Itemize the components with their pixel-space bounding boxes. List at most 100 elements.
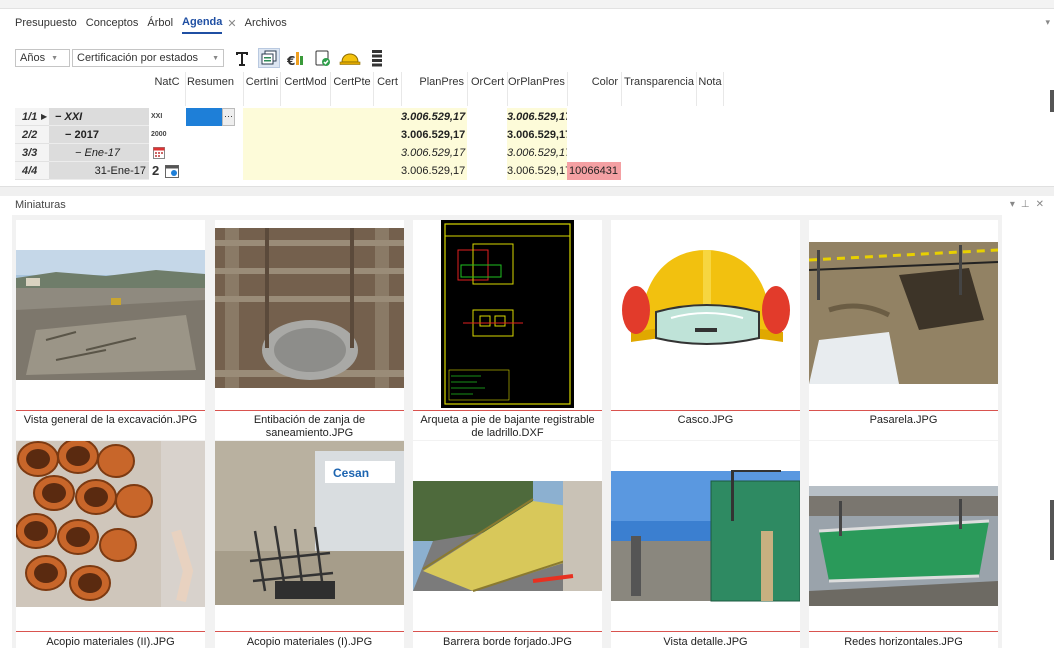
column-header-resumen[interactable]: Resumen <box>185 72 235 106</box>
panel-menu-icon[interactable]: ▾ <box>1010 199 1021 210</box>
item-divider <box>413 410 602 411</box>
cad-drawing-preview <box>413 220 602 410</box>
column-header-nota[interactable]: Nota <box>696 72 724 106</box>
resumen-cell-selected[interactable] <box>186 108 222 126</box>
thumbnail-gallery: Vista general de la excavación.JPG Entib… <box>12 215 1002 648</box>
table-row[interactable]: 4/4 31-Ene-17 2 3.006.529,17 3.006.529,1… <box>15 162 775 180</box>
mode-select-value: Certificación por estados <box>77 52 199 64</box>
table-row[interactable]: 2/2 − 2017 2000 3.006.529,17 3.006.529,1… <box>15 126 775 144</box>
natc-value: 2000 <box>151 131 167 138</box>
day-detail-icon <box>165 162 181 180</box>
mode-select[interactable]: Certificación por estados ▼ <box>72 49 224 67</box>
thumbnail-caption: Arqueta a pie de bajante registrable de … <box>420 414 595 439</box>
thumbnail-caption: Pasarela.JPG <box>869 414 938 426</box>
cert-cells <box>243 144 401 162</box>
edge-barrier-photo <box>413 441 602 631</box>
thumbnail-item[interactable]: Pasarela.JPG <box>809 220 998 440</box>
thumbnail-item[interactable]: Entibación de zanja de saneamiento.JPG <box>215 220 404 440</box>
color-value: 10066431 <box>567 162 621 180</box>
tree-node[interactable]: − XXI <box>49 108 149 126</box>
period-select-value: Años <box>20 52 46 64</box>
tab-presupuesto[interactable]: Presupuesto <box>15 12 77 34</box>
pvc-pipes-photo <box>16 441 205 631</box>
tree-node[interactable]: − 2017 <box>49 126 149 144</box>
thumbnail-item[interactable]: Acopio materiales (II).JPG <box>16 441 205 648</box>
panel-title: Miniaturas <box>15 199 66 211</box>
gallery-scrollbar[interactable] <box>1050 500 1054 560</box>
document-check-icon[interactable] <box>312 48 334 68</box>
safety-nets-photo <box>809 441 998 631</box>
thumbnail-item[interactable]: Barrera borde forjado.JPG <box>413 441 602 648</box>
window-top-strip <box>0 0 1054 9</box>
euro-bars-icon[interactable]: € <box>285 48 307 68</box>
detail-view-photo <box>611 441 800 631</box>
thumbnail-item[interactable]: Cesan Acopio materiales (I).JPG <box>215 441 404 648</box>
hard-hat-icon[interactable] <box>339 48 361 68</box>
thumbnail-caption: Redes horizontales.JPG <box>844 636 963 648</box>
panel-controls: ▾⊥✕ <box>1010 199 1050 210</box>
column-header-transparencia[interactable]: Transparencia <box>621 72 696 106</box>
thumbnail-caption: Barrera borde forjado.JPG <box>442 636 572 648</box>
item-divider <box>215 410 404 411</box>
cert-cells <box>243 126 401 144</box>
column-header-planpres[interactable]: PlanPres <box>401 72 467 106</box>
item-divider <box>413 631 602 632</box>
ellipsis-button[interactable]: ··· <box>222 108 235 126</box>
tab-agenda[interactable]: Agenda <box>182 12 223 34</box>
tab-conceptos[interactable]: Conceptos <box>86 12 139 34</box>
row-number: 3/3 <box>15 144 49 162</box>
item-divider <box>809 631 998 632</box>
document-tabs: Presupuesto Conceptos Árbol Agenda ✕ Arc… <box>0 11 1054 35</box>
copy-view-icon[interactable] <box>258 48 280 68</box>
grid-scrollbar[interactable] <box>1050 90 1054 112</box>
tree-node[interactable]: 31-Ene-17 <box>49 162 149 180</box>
thumbnail-item[interactable]: Redes horizontales.JPG <box>809 441 998 648</box>
column-header-color[interactable]: Color <box>567 72 621 106</box>
text-format-icon[interactable] <box>231 48 253 68</box>
close-panel-icon[interactable]: ✕ <box>1036 199 1050 210</box>
table-row[interactable]: 3/3 − Ene-17 3.006.529,17 3.006.529,17 <box>15 144 775 162</box>
close-tab-icon[interactable]: ✕ <box>227 17 236 30</box>
thumbnail-caption: Vista general de la excavación.JPG <box>23 414 198 426</box>
thumbnail-item[interactable]: Vista general de la excavación.JPG <box>16 220 205 440</box>
tab-archivos[interactable]: Archivos <box>245 12 287 34</box>
thumbnail-caption: Entibación de zanja de saneamiento.JPG <box>253 414 366 439</box>
thumbnail-item[interactable]: Casco.JPG <box>611 220 800 440</box>
trench-shoring-photo <box>215 220 404 410</box>
tabs-dropdown-icon[interactable]: ▾ <box>1045 17 1050 28</box>
column-header-natc[interactable]: NatC <box>149 72 185 106</box>
thumbnail-item[interactable]: Vista detalle.JPG <box>611 441 800 648</box>
column-header-orcert[interactable]: OrCert <box>467 72 507 106</box>
pin-icon[interactable]: ⊥ <box>1021 199 1036 210</box>
column-header-orplanpres[interactable]: OrPlanPres <box>507 72 567 106</box>
row-number: 4/4 <box>15 162 49 180</box>
column-header-cert[interactable]: Cert <box>373 72 401 106</box>
item-divider <box>809 410 998 411</box>
item-divider <box>215 631 404 632</box>
natc-value: XXI <box>151 113 163 120</box>
orplanpres-value: 3.006.529,17 <box>507 126 567 144</box>
column-header-certini[interactable]: CertIni <box>243 72 280 106</box>
table-row[interactable]: 1/1 ▶ − XXI XXI ··· 3.006.529,17 3.006.5… <box>15 108 775 126</box>
hard-hat-photo <box>611 220 800 410</box>
agenda-toolbar: Años ▼ Certificación por estados ▼ € <box>15 48 388 68</box>
column-header-certmod[interactable]: CertMod <box>280 72 330 106</box>
tab-arbol[interactable]: Árbol <box>147 12 173 34</box>
period-select[interactable]: Años ▼ <box>15 49 70 67</box>
agenda-grid: NatC Resumen CertIni CertMod CertPte Cer… <box>15 72 1045 184</box>
planpres-value: 3.006.529,17 <box>401 108 467 126</box>
planpres-value: 3.006.529,17 <box>401 162 467 180</box>
thumbnail-caption: Acopio materiales (I).JPG <box>246 636 373 648</box>
chevron-down-icon: ▼ <box>51 54 59 62</box>
natc-value: 2 <box>152 163 160 178</box>
calendar-month-icon <box>153 144 167 162</box>
svg-text:€: € <box>287 54 295 67</box>
row-number: 2/2 <box>15 126 49 144</box>
panel-separator[interactable] <box>0 186 1054 196</box>
column-header-certpte[interactable]: CertPte <box>330 72 373 106</box>
tree-node[interactable]: − Ene-17 <box>49 144 149 162</box>
svg-text:Cesan: Cesan <box>333 466 369 480</box>
thumbnail-caption: Vista detalle.JPG <box>663 636 748 648</box>
thumbnail-item[interactable]: Arqueta a pie de bajante registrable de … <box>413 220 602 440</box>
list-rows-icon[interactable] <box>366 48 388 68</box>
